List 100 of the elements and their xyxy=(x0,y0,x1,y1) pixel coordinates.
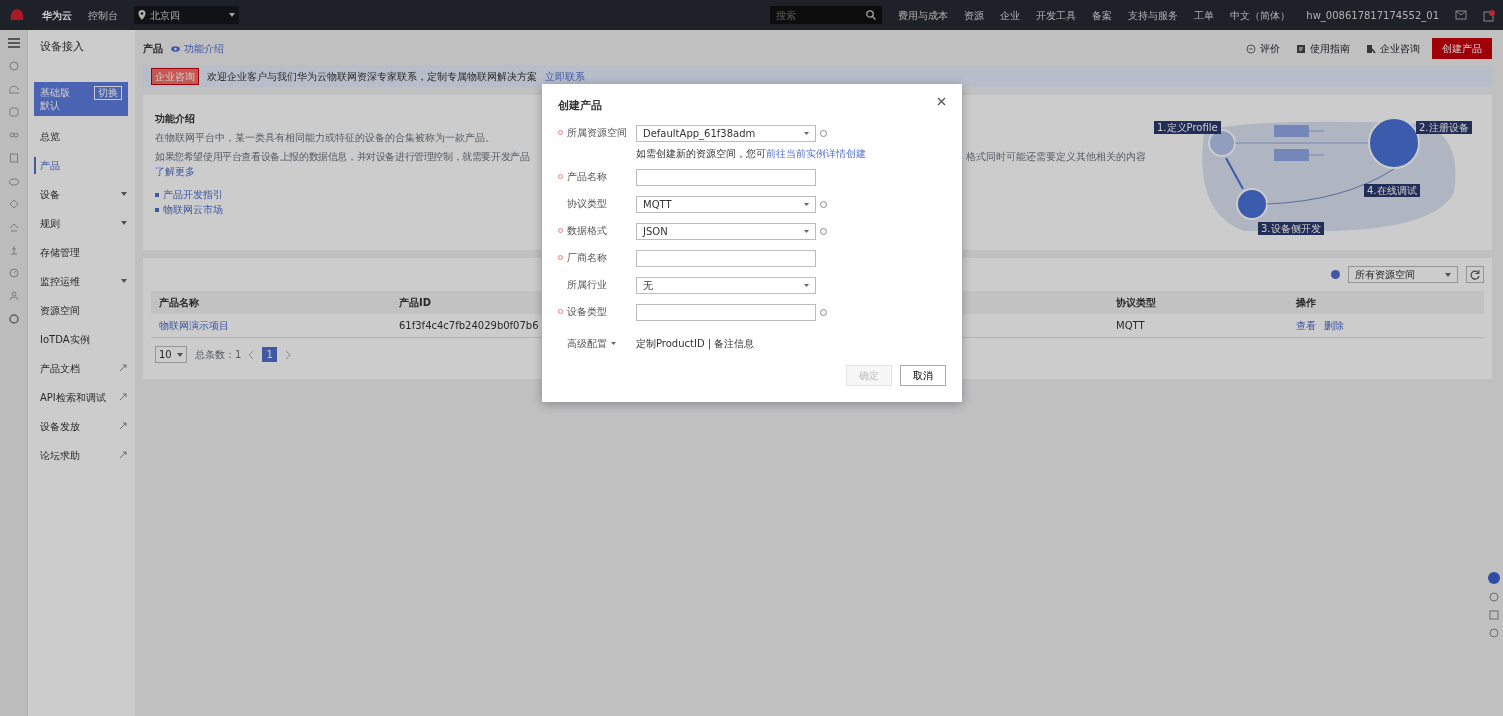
guide-link[interactable]: 物联网云市场 xyxy=(163,202,223,217)
next-icon[interactable] xyxy=(284,350,290,359)
create-space-link[interactable]: 前往当前实例详情创建 xyxy=(766,147,866,159)
document-icon[interactable] xyxy=(8,153,19,163)
input-field[interactable] xyxy=(636,249,816,267)
field-label: 设备类型 xyxy=(567,304,607,319)
sidebar-item[interactable]: 资源空间 xyxy=(28,295,135,325)
advanced-toggle[interactable]: 高级配置 xyxy=(558,336,636,351)
caret-icon xyxy=(121,279,127,283)
sidebar-item[interactable]: 规则 xyxy=(28,208,135,238)
learn-more-link[interactable]: 了解更多 xyxy=(155,164,195,179)
diamond-icon[interactable] xyxy=(8,199,19,209)
intro-link[interactable]: 功能介绍 xyxy=(171,41,224,56)
table-cell-text: 61f3f4c4c7fb24029b0f07b6 xyxy=(399,319,539,333)
banner-tag: 企业咨询 xyxy=(151,67,199,85)
page-size-select[interactable]: 10 xyxy=(155,346,187,363)
search-input[interactable]: 搜索 xyxy=(774,6,867,24)
column-header: 产品名称 xyxy=(159,296,199,310)
caret-icon xyxy=(611,342,616,345)
top-menu-item[interactable]: 中文（简体） xyxy=(1230,7,1291,23)
sidebar-item[interactable]: API检索和调试 xyxy=(28,382,135,412)
caret-icon xyxy=(121,192,127,196)
link-icon xyxy=(119,364,127,372)
circle-icon[interactable] xyxy=(8,61,19,71)
link-icon[interactable] xyxy=(8,130,19,140)
brand-name: 华为云 xyxy=(42,8,72,23)
top-menu-item[interactable]: 企业 xyxy=(1000,7,1021,23)
console-link[interactable]: 控制台 xyxy=(88,7,118,23)
create-product-button[interactable]: 创建产品 xyxy=(1432,38,1492,59)
top-menu-item[interactable]: 费用与成本 xyxy=(898,7,949,23)
resource-filter[interactable]: 所有资源空间 xyxy=(1348,266,1458,283)
caret-icon xyxy=(804,283,809,287)
guide-link[interactable]: 产品开发指引 xyxy=(163,187,223,202)
notification-icon[interactable] xyxy=(1483,9,1495,22)
sidebar-item[interactable]: 监控运维 xyxy=(28,266,135,296)
sidebar-item[interactable]: 产品 xyxy=(28,150,135,180)
field-label: 所属行业 xyxy=(567,277,607,292)
select-field[interactable]: MQTT xyxy=(636,195,816,213)
sidebar-item[interactable]: 论坛求助 xyxy=(28,440,135,470)
caret-icon xyxy=(121,221,127,225)
contact-link[interactable]: 立即联系 xyxy=(545,68,585,84)
sidebar-item[interactable]: 设备 xyxy=(28,179,135,209)
sidebar-item[interactable]: 设备发放 xyxy=(28,411,135,441)
caret-icon xyxy=(804,229,809,233)
select-field[interactable]: JSON xyxy=(636,222,816,240)
eye-icon xyxy=(171,45,180,52)
diagram-label: 4.在线调试 xyxy=(1364,184,1420,197)
top-menu-item[interactable]: 支持与服务 xyxy=(1128,7,1179,23)
column-header: 产品ID xyxy=(399,296,432,310)
select-field[interactable]: DefaultApp_61f38adm xyxy=(636,124,816,142)
field-label: 所属资源空间 xyxy=(567,125,627,140)
caret-icon xyxy=(177,352,183,357)
square-icon[interactable] xyxy=(8,107,19,117)
input-field[interactable] xyxy=(636,168,816,186)
header-action-link[interactable]: 使用指南 xyxy=(1292,41,1354,56)
sidebar-item[interactable]: 总览 xyxy=(28,121,135,151)
switch-button[interactable]: 切换 xyxy=(94,85,122,100)
region-select[interactable]: 北京四 xyxy=(134,6,239,24)
product-name-link[interactable]: 物联网演示项目 xyxy=(159,318,229,333)
refresh-icon xyxy=(1470,269,1480,280)
menu-icon[interactable] xyxy=(7,38,20,48)
gauge-icon[interactable] xyxy=(8,268,19,278)
user-icon[interactable] xyxy=(8,291,19,301)
input-field[interactable] xyxy=(636,303,816,321)
row-action-link[interactable]: 删除 xyxy=(1324,318,1344,333)
top-menu-item[interactable]: 工单 xyxy=(1194,7,1215,23)
header-action-link[interactable]: 企业咨询 xyxy=(1362,41,1424,56)
message-icon[interactable] xyxy=(1455,10,1467,20)
caret-icon xyxy=(229,13,235,17)
close-button[interactable] xyxy=(937,96,946,106)
top-menu-item[interactable]: 开发工具 xyxy=(1036,7,1077,23)
top-menu-item[interactable]: 资源 xyxy=(964,7,985,23)
caret-icon xyxy=(804,131,809,135)
cancel-button[interactable]: 取消 xyxy=(900,364,946,386)
top-menu-item[interactable]: 备案 xyxy=(1092,7,1113,23)
roof-icon[interactable] xyxy=(8,222,19,232)
field-label: 厂商名称 xyxy=(567,250,607,265)
hint-text: 如需创建新的资源空间，您可 xyxy=(636,147,766,159)
sidebar-item[interactable]: 存储管理 xyxy=(28,237,135,267)
cloud-icon[interactable] xyxy=(8,84,19,94)
search-field[interactable]: 搜索 xyxy=(770,6,883,24)
previous-icon[interactable] xyxy=(249,350,255,359)
row-action-link[interactable]: 查看 xyxy=(1296,318,1316,333)
dialog-title: 创建产品 xyxy=(558,98,602,114)
edition-label: 基础版 xyxy=(40,85,70,99)
header-action-link[interactable]: 评价 xyxy=(1242,41,1284,56)
select-field[interactable]: 无 xyxy=(636,276,816,294)
sidebar-item[interactable]: IoTDA实例 xyxy=(28,324,135,354)
caret-icon xyxy=(804,202,809,206)
intro-text: 如果您希望使用平台查看设备上报的数据信息，并对设备进行管理控制，就需要开发产品 xyxy=(155,150,530,164)
bullet-icon xyxy=(155,192,159,197)
account-name[interactable]: hw_008617817174552_01 xyxy=(1306,7,1439,23)
diagram-label: 2.注册设备 xyxy=(1416,121,1472,134)
ellipse-icon[interactable] xyxy=(8,176,19,186)
close-icon xyxy=(937,96,946,106)
refresh-button[interactable] xyxy=(1466,266,1484,283)
page-link[interactable]: 1 xyxy=(262,347,277,362)
logo-icon[interactable] xyxy=(8,7,26,23)
caret-icon xyxy=(1445,272,1451,277)
sidebar-item[interactable]: 产品文档 xyxy=(28,353,135,383)
